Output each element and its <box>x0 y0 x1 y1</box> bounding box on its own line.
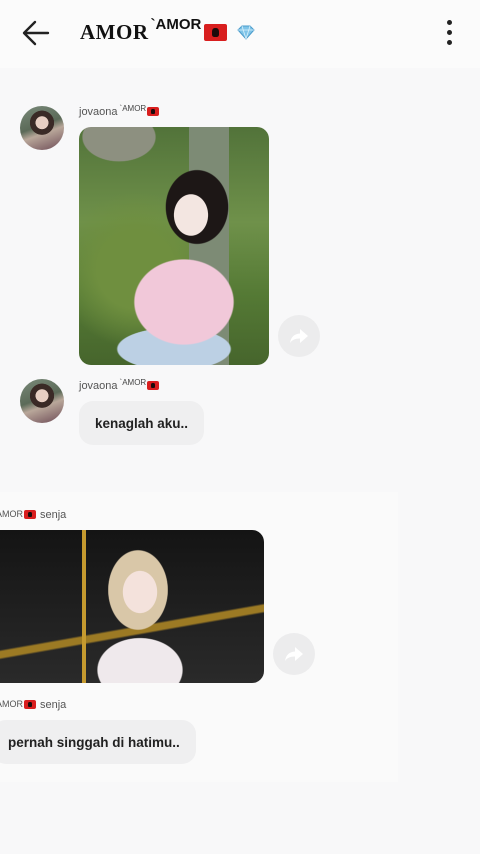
flag-icon <box>147 107 160 116</box>
avatar[interactable] <box>20 379 64 423</box>
message-text: kenaglah aku.. <box>95 415 189 431</box>
flag-icon <box>24 700 36 709</box>
message-bubble[interactable]: kenaglah aku.. <box>79 401 205 445</box>
sender-sup: `AMOR <box>119 378 147 387</box>
sender-sup: `AMOR <box>119 104 147 113</box>
share-button[interactable] <box>278 315 320 357</box>
sender-name-text: jovaona <box>79 106 118 118</box>
chat-screen: AMOR `AMOR jovaona `AMOR jovaona `AMOR k… <box>0 0 480 854</box>
sender-name: jovaona `AMOR <box>79 104 160 118</box>
sender-name: AMOR senja <box>0 509 66 521</box>
chat-title[interactable]: AMOR `AMOR <box>80 16 256 45</box>
sender-name-text: senja <box>40 509 67 521</box>
sender-prefix: AMOR <box>0 509 23 519</box>
sender-name: jovaona `AMOR <box>79 378 160 392</box>
share-icon <box>290 329 308 343</box>
flag-icon <box>147 381 160 390</box>
share-icon <box>285 647 303 661</box>
sender-name: AMOR senja <box>0 699 66 711</box>
more-options-button[interactable] <box>442 20 456 48</box>
chat-header: AMOR `AMOR <box>0 0 480 68</box>
shared-photo[interactable] <box>0 530 264 683</box>
flag-icon <box>24 510 36 519</box>
sender-prefix: AMOR <box>0 699 23 709</box>
message-text: pernah singgah di hatimu.. <box>8 734 180 750</box>
shared-photo[interactable] <box>79 127 269 365</box>
chat-title-main: AMOR <box>80 20 149 44</box>
message-bubble[interactable]: pernah singgah di hatimu.. <box>0 720 196 764</box>
diamond-icon <box>237 25 256 40</box>
flag-icon <box>204 24 228 41</box>
avatar[interactable] <box>20 106 64 150</box>
back-arrow-icon <box>22 20 50 46</box>
more-vertical-icon <box>442 20 456 45</box>
sender-name-text: jovaona <box>79 380 118 392</box>
share-button[interactable] <box>273 633 315 675</box>
chat-title-sup: `AMOR <box>150 16 202 33</box>
back-button[interactable] <box>18 18 54 48</box>
sender-name-text: senja <box>40 699 67 711</box>
